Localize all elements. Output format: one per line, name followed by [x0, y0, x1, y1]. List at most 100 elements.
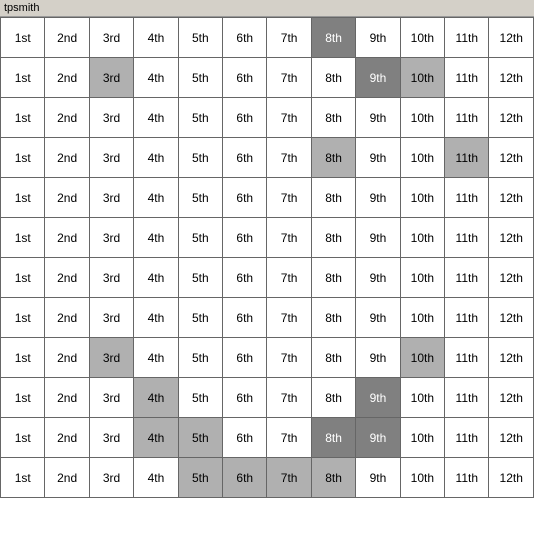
table-cell: 4th — [134, 58, 178, 98]
table-cell: 10th — [400, 58, 444, 98]
table-cell: 4th — [134, 258, 178, 298]
table-cell: 4th — [134, 378, 178, 418]
table-cell: 5th — [178, 138, 222, 178]
table-cell: 12th — [489, 218, 534, 258]
table-cell: 3rd — [89, 338, 133, 378]
table-row: 1st2nd3rd4th5th6th7th8th9th10th11th12th — [1, 218, 534, 258]
table-cell: 4th — [134, 218, 178, 258]
table-cell: 9th — [356, 138, 400, 178]
table-cell: 2nd — [45, 178, 89, 218]
table-cell: 8th — [311, 58, 355, 98]
table-cell: 12th — [489, 258, 534, 298]
app-title: tpsmith — [4, 2, 39, 14]
table-cell: 4th — [134, 298, 178, 338]
table-cell: 10th — [400, 138, 444, 178]
table-cell: 5th — [178, 338, 222, 378]
table-row: 1st2nd3rd4th5th6th7th8th9th10th11th12th — [1, 258, 534, 298]
table-cell: 4th — [134, 418, 178, 458]
table-cell: 5th — [178, 218, 222, 258]
table-cell: 1st — [1, 418, 45, 458]
table-cell: 5th — [178, 178, 222, 218]
table-cell: 11th — [445, 58, 489, 98]
grid-container: 1st2nd3rd4th5th6th7th8th9th10th11th12th1… — [0, 17, 534, 498]
table-cell: 7th — [267, 258, 311, 298]
table-cell: 2nd — [45, 298, 89, 338]
table-cell: 2nd — [45, 138, 89, 178]
table-cell: 3rd — [89, 138, 133, 178]
table-cell: 10th — [400, 18, 444, 58]
table-cell: 3rd — [89, 458, 133, 498]
table-cell: 12th — [489, 178, 534, 218]
table-cell: 8th — [311, 338, 355, 378]
table-cell: 8th — [311, 218, 355, 258]
table-cell: 7th — [267, 218, 311, 258]
table-cell: 5th — [178, 458, 222, 498]
table-cell: 1st — [1, 258, 45, 298]
table-cell: 11th — [445, 378, 489, 418]
table-cell: 11th — [445, 298, 489, 338]
table-cell: 12th — [489, 378, 534, 418]
table-cell: 9th — [356, 178, 400, 218]
table-cell: 3rd — [89, 298, 133, 338]
table-cell: 8th — [311, 458, 355, 498]
table-cell: 9th — [356, 98, 400, 138]
table-cell: 9th — [356, 298, 400, 338]
table-cell: 6th — [223, 178, 267, 218]
table-cell: 5th — [178, 98, 222, 138]
table-cell: 10th — [400, 258, 444, 298]
table-cell: 12th — [489, 458, 534, 498]
table-cell: 7th — [267, 458, 311, 498]
table-cell: 1st — [1, 378, 45, 418]
table-cell: 11th — [445, 418, 489, 458]
table-cell: 5th — [178, 418, 222, 458]
table-cell: 7th — [267, 418, 311, 458]
table-cell: 1st — [1, 298, 45, 338]
table-cell: 9th — [356, 458, 400, 498]
table-cell: 7th — [267, 298, 311, 338]
table-cell: 12th — [489, 98, 534, 138]
table-cell: 7th — [267, 338, 311, 378]
table-cell: 8th — [311, 298, 355, 338]
table-cell: 12th — [489, 418, 534, 458]
table-cell: 1st — [1, 58, 45, 98]
table-cell: 11th — [445, 218, 489, 258]
table-cell: 2nd — [45, 58, 89, 98]
table-cell: 1st — [1, 458, 45, 498]
table-cell: 2nd — [45, 418, 89, 458]
table-cell: 4th — [134, 338, 178, 378]
table-row: 1st2nd3rd4th5th6th7th8th9th10th11th12th — [1, 298, 534, 338]
table-row: 1st2nd3rd4th5th6th7th8th9th10th11th12th — [1, 418, 534, 458]
table-cell: 3rd — [89, 18, 133, 58]
table-cell: 4th — [134, 178, 178, 218]
table-cell: 10th — [400, 178, 444, 218]
table-cell: 11th — [445, 458, 489, 498]
table-row: 1st2nd3rd4th5th6th7th8th9th10th11th12th — [1, 98, 534, 138]
schedule-table: 1st2nd3rd4th5th6th7th8th9th10th11th12th1… — [0, 17, 534, 498]
table-cell: 11th — [445, 338, 489, 378]
table-cell: 6th — [223, 218, 267, 258]
table-row: 1st2nd3rd4th5th6th7th8th9th10th11th12th — [1, 138, 534, 178]
table-cell: 1st — [1, 98, 45, 138]
table-cell: 8th — [311, 178, 355, 218]
table-cell: 11th — [445, 178, 489, 218]
table-cell: 9th — [356, 258, 400, 298]
table-cell: 10th — [400, 458, 444, 498]
table-cell: 4th — [134, 458, 178, 498]
table-cell: 5th — [178, 298, 222, 338]
table-cell: 8th — [311, 258, 355, 298]
title-bar: tpsmith — [0, 0, 534, 17]
table-cell: 10th — [400, 378, 444, 418]
table-row: 1st2nd3rd4th5th6th7th8th9th10th11th12th — [1, 458, 534, 498]
table-cell: 11th — [445, 98, 489, 138]
table-cell: 8th — [311, 18, 355, 58]
table-cell: 11th — [445, 18, 489, 58]
table-row: 1st2nd3rd4th5th6th7th8th9th10th11th12th — [1, 58, 534, 98]
table-row: 1st2nd3rd4th5th6th7th8th9th10th11th12th — [1, 338, 534, 378]
table-cell: 12th — [489, 18, 534, 58]
table-row: 1st2nd3rd4th5th6th7th8th9th10th11th12th — [1, 378, 534, 418]
table-cell: 7th — [267, 138, 311, 178]
table-cell: 12th — [489, 138, 534, 178]
table-cell: 6th — [223, 298, 267, 338]
table-cell: 10th — [400, 418, 444, 458]
table-cell: 9th — [356, 378, 400, 418]
